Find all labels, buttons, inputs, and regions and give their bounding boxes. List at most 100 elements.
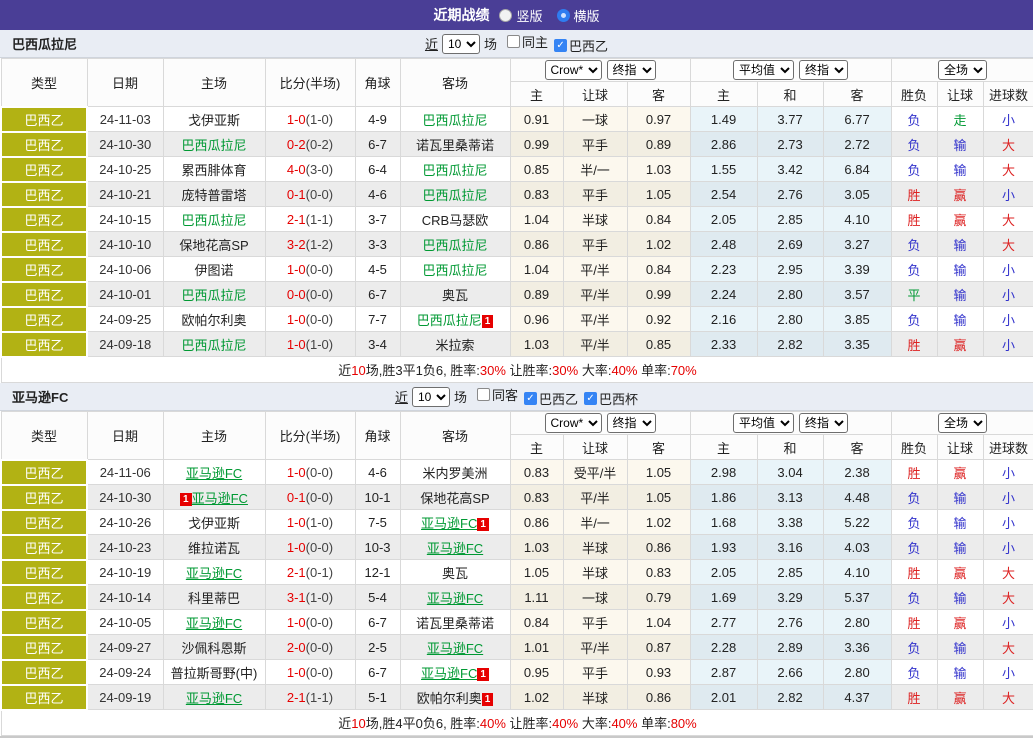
radio-unselected-icon[interactable] [499, 9, 512, 22]
checked-checkbox-icon[interactable]: ✓ [584, 392, 597, 405]
checked-checkbox-icon[interactable]: ✓ [554, 39, 567, 52]
corner-cell: 6-7 [355, 660, 400, 685]
avg-home-odds-cell: 1.68 [690, 510, 757, 535]
handicap-result-cell: 输 [937, 510, 983, 535]
league-type-cell: 巴西乙 [1, 510, 87, 535]
goals-result-cell: 小 [983, 660, 1033, 685]
avg-home-odds-cell: 2.54 [690, 182, 757, 207]
col-avg-draw: 和 [757, 435, 823, 460]
team-name[interactable]: 巴西瓜拉尼 [422, 238, 487, 253]
match-row: 巴西乙24-10-14科里蒂巴3-1(1-0)5-4亚马逊FC1.11一球0.7… [1, 585, 1033, 610]
handicap-line-cell: 受平/半 [563, 460, 627, 485]
team-name: 保地花高SP [179, 238, 248, 253]
checked-checkbox-icon[interactable]: ✓ [524, 392, 537, 405]
match-row: 巴西乙24-10-15巴西瓜拉尼2-1(1-1)3-7CRB马瑟欧1.04半球0… [1, 207, 1033, 232]
col-corner: 角球 [355, 412, 400, 460]
score-cell: 1-0(1-0) [265, 510, 355, 535]
filter-checkbox[interactable]: 同主 [507, 32, 548, 51]
corner-cell: 6-7 [355, 132, 400, 157]
avg-away-odds-cell: 5.37 [823, 585, 891, 610]
team-name[interactable]: 亚马逊FC [421, 666, 477, 681]
match-row: 巴西乙24-11-06亚马逊FC1-0(0-0)4-6米内罗美洲0.83受平/半… [1, 460, 1033, 485]
filter-checkbox[interactable]: ✓巴西乙 [554, 36, 608, 55]
odds-company-select[interactable]: Crow* [545, 60, 602, 80]
filter-checkbox[interactable]: ✓巴西乙 [524, 389, 578, 408]
avg-home-odds-cell: 1.86 [690, 485, 757, 510]
goals-result-cell: 大 [983, 560, 1033, 585]
col-away: 客场 [400, 412, 510, 460]
team-name[interactable]: 巴西瓜拉尼 [181, 288, 246, 303]
handicap-away-odds-cell: 0.86 [627, 685, 690, 710]
odds-company-select[interactable]: Crow* [545, 413, 602, 433]
team-name[interactable]: 亚马逊FC [186, 691, 242, 706]
filter-checkbox[interactable]: ✓巴西杯 [584, 389, 638, 408]
vertical-layout-radio[interactable]: 竖版 [499, 6, 542, 25]
unchecked-checkbox-icon[interactable] [477, 388, 490, 401]
away-team-cell: 巴西瓜拉尼 [400, 257, 510, 282]
team-name[interactable]: 巴西瓜拉尼 [181, 138, 246, 153]
match-date-cell: 24-10-06 [87, 257, 163, 282]
handicap-line-cell: 半球 [563, 207, 627, 232]
summary-stat-label: 近 [338, 363, 351, 378]
team-name[interactable]: 亚马逊FC [421, 516, 477, 531]
vertical-layout-label: 竖版 [516, 6, 542, 25]
near-link[interactable]: 近 [395, 387, 408, 406]
team-name[interactable]: 亚马逊FC [186, 616, 242, 631]
goals-result-cell: 大 [983, 585, 1033, 610]
goals-result-cell: 小 [983, 610, 1033, 635]
odds-final-select[interactable]: 终指 [607, 60, 656, 80]
avg-away-odds-cell: 3.57 [823, 282, 891, 307]
team-name[interactable]: 巴西瓜拉尼 [422, 163, 487, 178]
average-final-select[interactable]: 终指 [799, 413, 848, 433]
team-name[interactable]: 巴西瓜拉尼 [181, 338, 246, 353]
recent-count-select[interactable]: 10 [442, 34, 480, 54]
handicap-line-cell: 平/半 [563, 257, 627, 282]
near-link[interactable]: 近 [425, 34, 438, 53]
team-name[interactable]: 亚马逊FC [427, 591, 483, 606]
odds-final-select[interactable]: 终指 [607, 413, 656, 433]
col-score: 比分(半场) [265, 59, 355, 107]
filter-checkbox[interactable]: 同客 [477, 385, 518, 404]
average-final-select[interactable]: 终指 [799, 60, 848, 80]
fulltime-score: 2-1 [287, 212, 306, 227]
team-name[interactable]: 巴西瓜拉尼 [422, 113, 487, 128]
halftime-score: (0-0) [306, 615, 333, 630]
score-cell: 1-0(0-0) [265, 257, 355, 282]
team-name[interactable]: 巴西瓜拉尼 [181, 213, 246, 228]
page-title: 近期战绩 [433, 5, 489, 25]
filter-controls: 近 10 场 同客✓巴西乙✓巴西杯 [395, 385, 638, 409]
corner-cell: 3-4 [355, 332, 400, 357]
team-name[interactable]: 巴西瓜拉尼 [422, 263, 487, 278]
summary-stat-label: 单率: [637, 363, 670, 378]
average-odds-select[interactable]: 平均值 [733, 60, 794, 80]
avg-draw-odds-cell: 3.04 [757, 460, 823, 485]
team-name[interactable]: 亚马逊FC [186, 566, 242, 581]
winlose-result-cell: 负 [891, 510, 937, 535]
recent-count-select[interactable]: 10 [412, 387, 450, 407]
league-type-cell: 巴西乙 [1, 610, 87, 635]
avg-draw-odds-cell: 2.85 [757, 560, 823, 585]
home-team-cell: 维拉诺瓦 [163, 535, 265, 560]
match-date-cell: 24-10-23 [87, 535, 163, 560]
average-odds-select[interactable]: 平均值 [733, 413, 794, 433]
team-name[interactable]: 亚马逊FC [186, 466, 242, 481]
home-team-cell: 巴西瓜拉尼 [163, 282, 265, 307]
avg-draw-odds-cell: 3.42 [757, 157, 823, 182]
handicap-result-cell: 赢 [937, 460, 983, 485]
unchecked-checkbox-icon[interactable] [507, 35, 520, 48]
avg-home-odds-cell: 2.87 [690, 660, 757, 685]
team-name[interactable]: 亚马逊FC [192, 491, 248, 506]
team-name[interactable]: 巴西瓜拉尼 [417, 313, 482, 328]
radio-selected-icon[interactable] [557, 9, 570, 22]
team-name[interactable]: 亚马逊FC [427, 641, 483, 656]
fullmatch-select[interactable]: 全场 [938, 413, 987, 433]
fullmatch-select[interactable]: 全场 [938, 60, 987, 80]
team-name[interactable]: 巴西瓜拉尼 [422, 188, 487, 203]
col-corner: 角球 [355, 59, 400, 107]
handicap-home-odds-cell: 0.85 [510, 157, 563, 182]
team-name[interactable]: 亚马逊FC [427, 541, 483, 556]
handicap-away-odds-cell: 0.87 [627, 635, 690, 660]
handicap-home-odds-cell: 0.86 [510, 232, 563, 257]
team-name: 米拉索 [435, 338, 474, 353]
horizontal-layout-radio[interactable]: 横版 [557, 6, 600, 25]
